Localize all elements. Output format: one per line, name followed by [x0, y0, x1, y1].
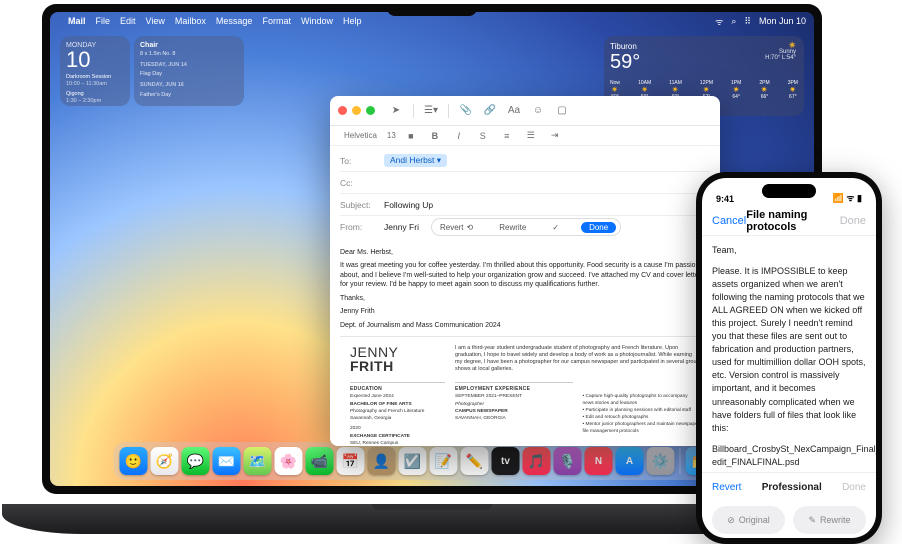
mail-body[interactable]: Dear Ms. Herbst, It was great meeting yo… — [330, 242, 720, 446]
menu-edit[interactable]: Edit — [120, 16, 136, 26]
done-button[interactable]: Done — [581, 222, 616, 233]
dock-system-settings[interactable]: ⚙️ — [647, 447, 675, 475]
iphone-tone-toolbar: Revert Professional Done — [702, 472, 876, 502]
weather-hour: 1PM☀️64° — [731, 80, 741, 100]
rewrite-button[interactable]: Rewrite — [495, 223, 530, 232]
subject-field[interactable]: Following Up — [384, 200, 433, 210]
to-recipient-pill[interactable]: Andi Herbst ▾ — [384, 154, 447, 167]
dock-freeform[interactable]: ✏️ — [461, 447, 489, 475]
iphone-title: File naming protocols — [746, 209, 839, 233]
dock-finder[interactable]: 🙂 — [120, 447, 148, 475]
window-traffic-lights — [338, 106, 375, 115]
original-button[interactable]: ⊘ Original — [712, 506, 785, 534]
wifi-icon[interactable]: ᯤ — [715, 15, 723, 28]
menu-view[interactable]: View — [146, 16, 165, 26]
signal-wifi-battery-icon: 📶 ᯤ ▮ — [833, 191, 862, 204]
rewrite-button[interactable]: ✎ Rewrite — [793, 506, 866, 534]
iphone-screen: 9:41 📶 ᯤ ▮ Cancel File naming protocols … — [702, 178, 876, 538]
zoom-button[interactable] — [366, 106, 375, 115]
dock-facetime[interactable]: 📹 — [306, 447, 334, 475]
cancel-button[interactable]: Cancel — [712, 215, 746, 227]
strike-icon[interactable]: S — [474, 127, 492, 145]
iphone-nav-bar: Cancel File naming protocols Done — [702, 206, 876, 236]
menu-window[interactable]: Window — [301, 16, 333, 26]
dock-appstore[interactable]: A — [616, 447, 644, 475]
iphone-done-button: Done — [842, 482, 866, 493]
menu-message[interactable]: Message — [216, 16, 253, 26]
done-button-disabled: Done — [840, 215, 866, 227]
dock-messages[interactable]: 💬 — [182, 447, 210, 475]
cv-attachment: JENNY FRITH I am a third-year student un… — [340, 336, 710, 446]
dock-notes[interactable]: 📝 — [430, 447, 458, 475]
calendar-event-2: Qigong 1:30 – 2:30pm — [66, 91, 124, 105]
font-select[interactable]: Helvetica — [344, 131, 377, 140]
list-icon[interactable]: ☰ — [522, 127, 540, 145]
calendar-dow: MONDAY — [66, 42, 124, 49]
attach-icon[interactable]: 📎 — [457, 102, 475, 120]
tone-selector[interactable]: Professional — [762, 482, 822, 493]
menu-format[interactable]: Format — [262, 16, 291, 26]
calendar-day: 10 — [66, 49, 124, 71]
bold-icon[interactable]: B — [426, 127, 444, 145]
revert-button[interactable]: Revert ⟲ — [436, 223, 477, 232]
link-icon[interactable]: 🔗 — [481, 102, 499, 120]
menu-mailbox[interactable]: Mailbox — [175, 16, 206, 26]
calendar-event-1: Darkroom Session 10:00 – 11:30am — [66, 74, 124, 88]
writing-tools-bar: Revert ⟲ Rewrite ✓ Done — [431, 218, 621, 236]
align-icon[interactable]: ≡ — [498, 127, 516, 145]
format-icon[interactable]: Aa — [505, 102, 523, 120]
header-fields-icon[interactable]: ☰▾ — [422, 102, 440, 120]
dock-contacts[interactable]: 👤 — [368, 447, 396, 475]
dock: 🙂🧭💬✉️🗺️🌸📹📅👤☑️📝✏️tv🎵🎙️NA⚙️📁🗑️ — [114, 442, 751, 480]
dock-calendar[interactable]: 📅 — [337, 447, 365, 475]
indent-icon[interactable]: ⇥ — [546, 127, 564, 145]
spotlight-icon[interactable]: ⌕ — [731, 16, 736, 27]
dock-safari[interactable]: 🧭 — [151, 447, 179, 475]
menubar-app[interactable]: Mail — [68, 16, 86, 26]
size-select[interactable]: 13 — [387, 131, 396, 140]
dock-music[interactable]: 🎵 — [523, 447, 551, 475]
dock-mail[interactable]: ✉️ — [213, 447, 241, 475]
calendar-widget[interactable]: MONDAY 10 Darkroom Session 10:00 – 11:30… — [60, 36, 130, 106]
send-icon[interactable]: ➤ — [387, 102, 405, 120]
dock-photos[interactable]: 🌸 — [275, 447, 303, 475]
control-center-icon[interactable]: ⠿ — [744, 16, 751, 27]
photo-icon[interactable]: ▢ — [553, 102, 571, 120]
dynamic-island — [762, 184, 816, 198]
from-field[interactable]: Jenny Fri — [384, 222, 419, 232]
dock-tv[interactable]: tv — [492, 447, 520, 475]
dock-maps[interactable]: 🗺️ — [244, 447, 272, 475]
mail-compose-window: ➤ ☰▾ 📎 🔗 Aa ☺ ▢ Helvetica 13 ■ B I S — [330, 96, 720, 446]
dock-news[interactable]: N — [585, 447, 613, 475]
mail-headers: To: Andi Herbst ▾ Cc: Subject: Following… — [330, 146, 720, 242]
iphone-frame: 9:41 📶 ᯤ ▮ Cancel File naming protocols … — [696, 172, 882, 544]
menubar-clock[interactable]: Mon Jun 10 — [759, 16, 806, 26]
reminders-widget[interactable]: Chair 8 x 1.5in No. 8 TUESDAY, JUN 14 Fl… — [134, 36, 244, 106]
weather-hour: 3PM☀️67° — [788, 80, 798, 100]
minimize-button[interactable] — [352, 106, 361, 115]
menu-help[interactable]: Help — [343, 16, 362, 26]
dock-podcasts[interactable]: 🎙️ — [554, 447, 582, 475]
check-icon[interactable]: ✓ — [548, 223, 563, 232]
color-swatch[interactable]: ■ — [402, 127, 420, 145]
iphone-revert-button[interactable]: Revert — [712, 482, 741, 493]
iphone-body[interactable]: Team, Please. It is IMPOSSIBLE to keep a… — [702, 236, 876, 472]
emoji-icon[interactable]: ☺ — [529, 102, 547, 120]
menu-file[interactable]: File — [96, 16, 111, 26]
mail-toolbar: ➤ ☰▾ 📎 🔗 Aa ☺ ▢ — [330, 96, 720, 126]
weather-hour: 2PM☀️66° — [759, 80, 769, 100]
macbook-notch — [387, 4, 477, 16]
italic-icon[interactable]: I — [450, 127, 468, 145]
close-button[interactable] — [338, 106, 347, 115]
iphone-actions: ⊘ Original ✎ Rewrite — [702, 502, 876, 538]
dock-reminders[interactable]: ☑️ — [399, 447, 427, 475]
